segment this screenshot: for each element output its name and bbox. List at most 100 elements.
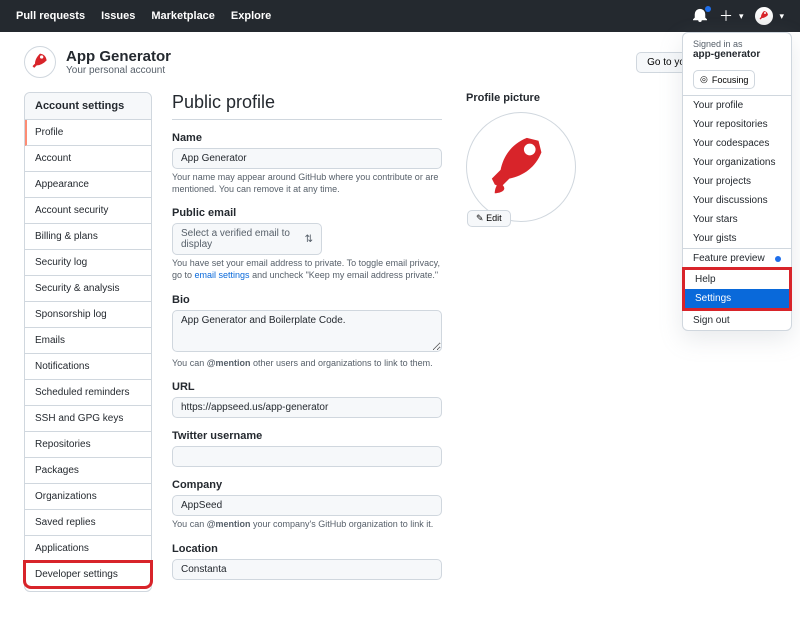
company-field: Company You can @mention your company's … [172,479,442,531]
email-select[interactable]: Select a verified email to display ⇅ [172,223,322,255]
status-button[interactable]: ◎ Focusing [693,70,755,89]
menu-help[interactable]: Help [685,270,789,289]
menu-your-organizations[interactable]: Your organizations [683,153,791,172]
profile-picture-heading: Profile picture [466,92,596,104]
menu-feature-preview[interactable]: Feature preview [683,249,791,268]
topnav-left: Pull requests Issues Marketplace Explore [16,10,271,22]
sidebar-item-packages[interactable]: Packages [25,458,151,484]
name-label: Name [172,132,442,144]
url-input[interactable] [172,397,442,418]
sidebar-item-emails[interactable]: Emails [25,328,151,354]
notification-dot [705,6,711,12]
plus-caret-icon: ▾ [739,11,744,22]
feature-dot [775,256,781,262]
nav-explore[interactable]: Explore [231,10,271,22]
menu-your-projects[interactable]: Your projects [683,172,791,191]
account-header-left: App Generator Your personal account [24,46,171,78]
bio-help-bold: @mention [207,358,251,368]
bio-label: Bio [172,294,442,306]
topnav-right: ＋ ▾ ▾ [693,6,784,26]
email-settings-link[interactable]: email settings [195,270,250,280]
pencil-icon: ✎ [476,213,484,223]
nav-issues[interactable]: Issues [101,10,135,22]
sidebar-item-developer-settings[interactable]: Developer settings [25,562,151,587]
feature-preview-label: Feature preview [693,253,765,264]
menu-your-stars[interactable]: Your stars [683,210,791,229]
email-select-text: Select a verified email to display [181,228,305,250]
sidebar-item-security-analysis[interactable]: Security & analysis [25,276,151,302]
sidebar-item-saved-replies[interactable]: Saved replies [25,510,151,536]
sidebar-item-profile[interactable]: Profile [25,120,151,146]
profile-picture-panel: Profile picture ✎ Edit [466,92,596,592]
twitter-input[interactable] [172,446,442,467]
menu-your-profile[interactable]: Your profile [683,96,791,115]
account-logo [24,46,56,78]
sidebar-item-account[interactable]: Account [25,146,151,172]
url-label: URL [172,381,442,393]
user-dropdown: Signed in as app-generator ◎ Focusing Yo… [682,32,792,331]
name-input[interactable] [172,148,442,169]
menu-your-codespaces[interactable]: Your codespaces [683,134,791,153]
target-icon: ◎ [700,74,708,85]
menu-your-gists[interactable]: Your gists [683,229,791,248]
sidebar-item-scheduled-reminders[interactable]: Scheduled reminders [25,380,151,406]
nav-pullrequests[interactable]: Pull requests [16,10,85,22]
bio-help-post: other users and organizations to link to… [250,358,432,368]
menu-signout[interactable]: Sign out [683,311,791,330]
menu-your-discussions[interactable]: Your discussions [683,191,791,210]
updown-icon: ⇅ [305,234,313,245]
sidebar-item-account-security[interactable]: Account security [25,198,151,224]
profile-form: Public profile Name Your name may appear… [172,92,442,592]
sidebar-item-ssh[interactable]: SSH and GPG keys [25,406,151,432]
sidebar-item-organizations[interactable]: Organizations [25,484,151,510]
sidebar-item-notifications[interactable]: Notifications [25,354,151,380]
company-input[interactable] [172,495,442,516]
name-field: Name Your name may appear around GitHub … [172,132,442,195]
bio-help: You can @mention other users and organiz… [172,358,442,370]
top-nav: Pull requests Issues Marketplace Explore… [0,0,800,32]
bio-help-pre: You can [172,358,207,368]
notifications-icon[interactable] [693,8,707,25]
plus-icon[interactable]: ＋ [719,6,733,26]
profile-picture: ✎ Edit [466,112,576,222]
twitter-field: Twitter username [172,430,442,467]
avatar-caret-icon: ▾ [779,11,784,22]
url-field: URL [172,381,442,418]
status-label: Focusing [712,75,749,85]
company-help-bold: @mention [207,519,251,529]
location-field: Location [172,543,442,580]
page-title: Public profile [172,92,442,120]
sidebar-item-repositories[interactable]: Repositories [25,432,151,458]
menu-your-repositories[interactable]: Your repositories [683,115,791,134]
account-name: App Generator [66,48,171,65]
sidebar-heading: Account settings [25,93,151,120]
sidebar-item-billing[interactable]: Billing & plans [25,224,151,250]
bio-field: Bio App Generator and Boilerplate Code. … [172,294,442,370]
email-label: Public email [172,207,442,219]
account-subtitle: Your personal account [66,65,171,76]
sidebar-item-applications[interactable]: Applications [25,536,151,562]
email-help: You have set your email address to priva… [172,258,442,281]
company-help: You can @mention your company's GitHub o… [172,519,442,531]
nav-marketplace[interactable]: Marketplace [151,10,215,22]
sidebar-item-appearance[interactable]: Appearance [25,172,151,198]
email-help-post: and uncheck "Keep my email address priva… [250,270,439,280]
settings-sidebar: Account settings Profile Account Appeara… [24,92,152,592]
signed-in-user: app-generator [693,49,781,60]
edit-picture-button[interactable]: ✎ Edit [467,210,511,227]
account-header: App Generator Your personal account Go t… [0,32,800,78]
account-titles: App Generator Your personal account [66,48,171,76]
location-input[interactable] [172,559,442,580]
company-help-post: your company's GitHub organization to li… [250,519,433,529]
avatar-icon[interactable] [755,7,773,25]
name-help: Your name may appear around GitHub where… [172,172,442,195]
company-label: Company [172,479,442,491]
bio-input[interactable]: App Generator and Boilerplate Code. [172,310,442,352]
signed-in-section: Signed in as app-generator [683,33,791,66]
sidebar-item-sponsorship-log[interactable]: Sponsorship log [25,302,151,328]
twitter-label: Twitter username [172,430,442,442]
sidebar-item-security-log[interactable]: Security log [25,250,151,276]
settings-highlight: Help Settings [685,270,789,308]
company-help-pre: You can [172,519,207,529]
menu-settings[interactable]: Settings [685,289,789,308]
